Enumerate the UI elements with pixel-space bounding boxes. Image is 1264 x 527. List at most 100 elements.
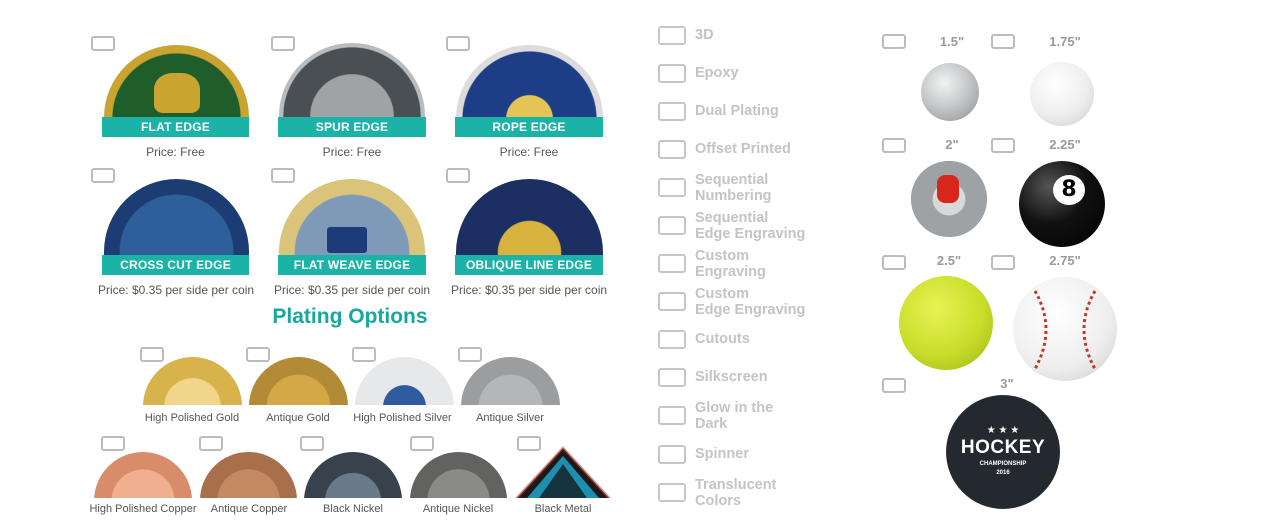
plating-checkbox-antique-nickel[interactable] bbox=[410, 436, 434, 451]
golf-ball-icon bbox=[1030, 62, 1094, 126]
option-label-line: Cutouts bbox=[695, 331, 750, 347]
flat-edge-label: FLAT EDGE bbox=[102, 117, 249, 137]
puck-title: HOCKEY bbox=[960, 437, 1046, 458]
eight-ball-number: 8 bbox=[1053, 175, 1085, 205]
plating-label: Antique Nickel bbox=[422, 503, 494, 515]
antique-gold-coin-image bbox=[249, 357, 348, 405]
option-label-line: Dual Plating bbox=[695, 103, 779, 119]
option-checkbox[interactable] bbox=[658, 445, 686, 464]
option-label-line: Sequential bbox=[695, 172, 769, 188]
flat-weave-edge-price: Price: $0.35 per side per coin bbox=[273, 283, 431, 297]
size-label: 1.5" bbox=[939, 34, 965, 49]
option-label: Silkscreen bbox=[695, 369, 768, 385]
rope-edge-coin-image bbox=[456, 45, 603, 117]
flat-edge-price: Price: Free bbox=[146, 145, 205, 159]
option-label: Spinner bbox=[695, 446, 749, 462]
black-nickel-coin-image bbox=[304, 452, 402, 498]
antique-nickel-coin-image bbox=[410, 452, 507, 498]
puck-year: 2016 bbox=[996, 470, 1010, 476]
cross-cut-edge-price: Price: $0.35 per side per coin bbox=[97, 283, 255, 297]
plating-label: Black Metal bbox=[534, 503, 592, 515]
plating-label: High Polished Gold bbox=[144, 412, 240, 424]
option-checkbox[interactable] bbox=[658, 140, 686, 159]
size-label: 3" bbox=[1000, 376, 1014, 391]
size-label: 2.25" bbox=[1049, 137, 1081, 152]
option-label-line: Colors bbox=[695, 493, 741, 509]
hockey-puck-icon: ★ ★ ★ HOCKEY CHAMPIONSHIP 2016 bbox=[946, 395, 1060, 509]
cross-cut-edge-label: CROSS CUT EDGE bbox=[102, 255, 249, 275]
plating-label: Antique Copper bbox=[210, 503, 288, 515]
option-label: 3D bbox=[695, 27, 714, 43]
size-checkbox-2-5[interactable] bbox=[882, 255, 906, 270]
option-checkbox[interactable] bbox=[658, 330, 686, 349]
option-label-line: Silkscreen bbox=[695, 369, 768, 385]
spur-edge-label: SPUR EDGE bbox=[278, 117, 426, 137]
puck-subtitle: CHAMPIONSHIP bbox=[979, 461, 1027, 467]
option-checkbox[interactable] bbox=[658, 178, 686, 197]
plating-options-title: Plating Options bbox=[272, 305, 428, 328]
puck-stars: ★ ★ ★ bbox=[986, 425, 1020, 436]
option-checkbox[interactable] bbox=[658, 216, 686, 235]
size-checkbox-1-5[interactable] bbox=[882, 34, 906, 49]
option-label: Offset Printed bbox=[695, 141, 791, 157]
size-checkbox-1-75[interactable] bbox=[991, 34, 1015, 49]
oblique-line-edge-label: OBLIQUE LINE EDGE bbox=[455, 255, 603, 275]
plating-label: Antique Gold bbox=[266, 412, 330, 424]
option-checkbox[interactable] bbox=[658, 406, 686, 425]
option-label-line: Offset Printed bbox=[695, 141, 791, 157]
size-checkbox-3[interactable] bbox=[882, 378, 906, 393]
option-checkbox[interactable] bbox=[658, 64, 686, 83]
plating-checkbox-black-nickel[interactable] bbox=[300, 436, 324, 451]
antique-silver-coin-image bbox=[461, 357, 560, 405]
option-label: Sequential Numbering bbox=[695, 172, 772, 204]
option-label-line: Numbering bbox=[695, 188, 772, 204]
rope-edge-label: ROPE EDGE bbox=[455, 117, 603, 137]
option-checkbox[interactable] bbox=[658, 483, 686, 502]
option-label-line: Sequential bbox=[695, 210, 769, 226]
option-checkbox[interactable] bbox=[658, 292, 686, 311]
hp-silver-coin-image bbox=[355, 357, 454, 405]
option-label: Cutouts bbox=[695, 331, 750, 347]
oblique-line-edge-price: Price: $0.35 per side per coin bbox=[450, 283, 608, 297]
flat-weave-edge-coin-image bbox=[279, 179, 425, 255]
spur-edge-coin-image bbox=[279, 43, 425, 117]
option-checkbox[interactable] bbox=[658, 26, 686, 45]
option-checkbox[interactable] bbox=[658, 102, 686, 121]
size-label: 2.5" bbox=[936, 253, 962, 268]
size-checkbox-2[interactable] bbox=[882, 138, 906, 153]
soda-can-top-icon bbox=[911, 161, 987, 237]
option-label-line: 3D bbox=[695, 27, 714, 43]
plating-label: Black Nickel bbox=[323, 503, 383, 515]
flat-edge-coin-image bbox=[104, 45, 249, 117]
option-label: Translucent Colors bbox=[695, 477, 776, 509]
plating-label: High Polished Copper bbox=[89, 503, 197, 515]
size-label: 1.75" bbox=[1049, 34, 1081, 49]
option-label-line: Custom bbox=[695, 286, 749, 302]
plating-checkbox-hp-copper[interactable] bbox=[101, 436, 125, 451]
option-label-line: Engraving bbox=[695, 264, 766, 280]
option-label-line: Glow in the bbox=[695, 400, 774, 416]
hp-copper-coin-image bbox=[94, 452, 192, 498]
size-checkbox-2-25[interactable] bbox=[991, 138, 1015, 153]
option-label-line: Spinner bbox=[695, 446, 749, 462]
option-label-line: Translucent bbox=[695, 477, 777, 493]
silver-dollar-icon bbox=[921, 63, 979, 121]
tennis-ball-icon bbox=[899, 276, 993, 370]
black-metal-coin-image bbox=[515, 446, 611, 498]
option-label-line: Custom bbox=[695, 248, 749, 264]
option-label: Sequential Edge Engraving bbox=[695, 210, 805, 242]
option-label: Custom Engraving bbox=[695, 248, 766, 280]
option-label: Epoxy bbox=[695, 65, 739, 81]
eight-ball-icon: 8 bbox=[1019, 161, 1105, 247]
option-label: Custom Edge Engraving bbox=[695, 286, 805, 318]
option-checkbox[interactable] bbox=[658, 254, 686, 273]
option-checkbox[interactable] bbox=[658, 368, 686, 387]
size-checkbox-2-75[interactable] bbox=[991, 255, 1015, 270]
option-label-line: Edge Engraving bbox=[695, 302, 806, 318]
plating-label: High Polished Silver bbox=[353, 412, 452, 424]
baseball-icon bbox=[1013, 277, 1117, 381]
cross-cut-edge-coin-image bbox=[104, 179, 249, 255]
plating-checkbox-antique-copper[interactable] bbox=[199, 436, 223, 451]
flat-weave-edge-label: FLAT WEAVE EDGE bbox=[278, 255, 426, 275]
hp-gold-coin-image bbox=[143, 357, 242, 405]
